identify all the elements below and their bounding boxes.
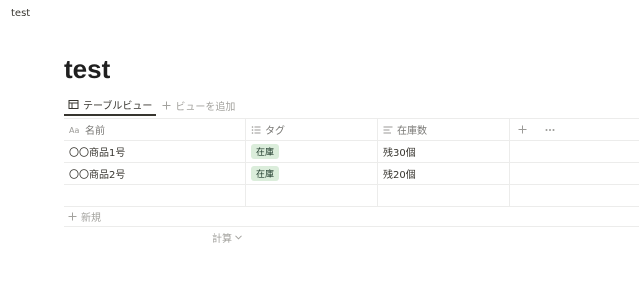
add-view-button[interactable]: ビューを追加: [162, 94, 235, 116]
column-header-actions: [510, 119, 639, 140]
table-icon: [68, 99, 79, 110]
page-root: test test テーブルビュー ビューを追加 Aa 名前 タグ 在庫数 〇〇…: [0, 0, 639, 300]
table-header-row: Aa 名前 タグ 在庫数: [64, 119, 639, 141]
list-icon: [251, 125, 261, 135]
stock-cell[interactable]: 残20個: [378, 163, 510, 184]
chevron-down-icon: [235, 235, 242, 240]
calculate-dropdown[interactable]: 計算: [212, 230, 242, 245]
column-header-name[interactable]: Aa 名前: [64, 119, 246, 140]
tag-cell[interactable]: 在庫: [246, 163, 378, 184]
more-options-icon[interactable]: [545, 128, 555, 132]
name-cell[interactable]: 〇〇商品1号: [64, 141, 246, 162]
add-property-plus-icon[interactable]: [518, 125, 527, 134]
tag-badge: 在庫: [251, 144, 280, 159]
tab-table-view[interactable]: テーブルビュー: [64, 94, 157, 116]
table-row-empty[interactable]: [64, 185, 639, 207]
add-view-label: ビューを追加: [175, 101, 236, 113]
column-header-tag[interactable]: タグ: [246, 119, 378, 140]
tab-table-view-label: テーブルビュー: [83, 100, 153, 112]
breadcrumb-title[interactable]: test: [11, 8, 30, 19]
new-row-label: 新規: [81, 212, 101, 224]
text-lines-icon: [383, 125, 393, 135]
table-row[interactable]: 〇〇商品2号 在庫 残20個: [64, 163, 639, 185]
column-header-tag-label: タグ: [265, 126, 285, 137]
empty-cell: [510, 163, 639, 184]
view-tabs: テーブルビュー ビューを追加: [64, 94, 235, 116]
empty-cell: [510, 141, 639, 162]
new-row-button[interactable]: 新規: [64, 206, 639, 227]
table-row[interactable]: 〇〇商品1号 在庫 残30個: [64, 141, 639, 163]
tag-cell[interactable]: 在庫: [246, 141, 378, 162]
name-cell[interactable]: 〇〇商品2号: [64, 163, 246, 184]
plus-icon: [68, 212, 77, 221]
tag-badge: 在庫: [251, 166, 280, 181]
svg-text:Aa: Aa: [69, 126, 79, 135]
calculate-label: 計算: [212, 234, 232, 245]
plus-icon: [162, 101, 171, 110]
stock-cell[interactable]: 残30個: [378, 141, 510, 162]
tag-cell[interactable]: [246, 185, 378, 206]
column-header-stock-label: 在庫数: [397, 126, 427, 137]
column-header-stock[interactable]: 在庫数: [378, 119, 510, 140]
title-aa-icon: Aa: [69, 125, 81, 135]
name-cell[interactable]: [64, 185, 246, 206]
empty-cell: [510, 185, 639, 206]
database-table: Aa 名前 タグ 在庫数 〇〇商品1号 在庫 残30個 〇〇商品2号 在庫 残2…: [64, 118, 639, 207]
page-title[interactable]: test: [64, 52, 110, 86]
stock-cell[interactable]: [378, 185, 510, 206]
column-header-name-label: 名前: [85, 126, 105, 137]
